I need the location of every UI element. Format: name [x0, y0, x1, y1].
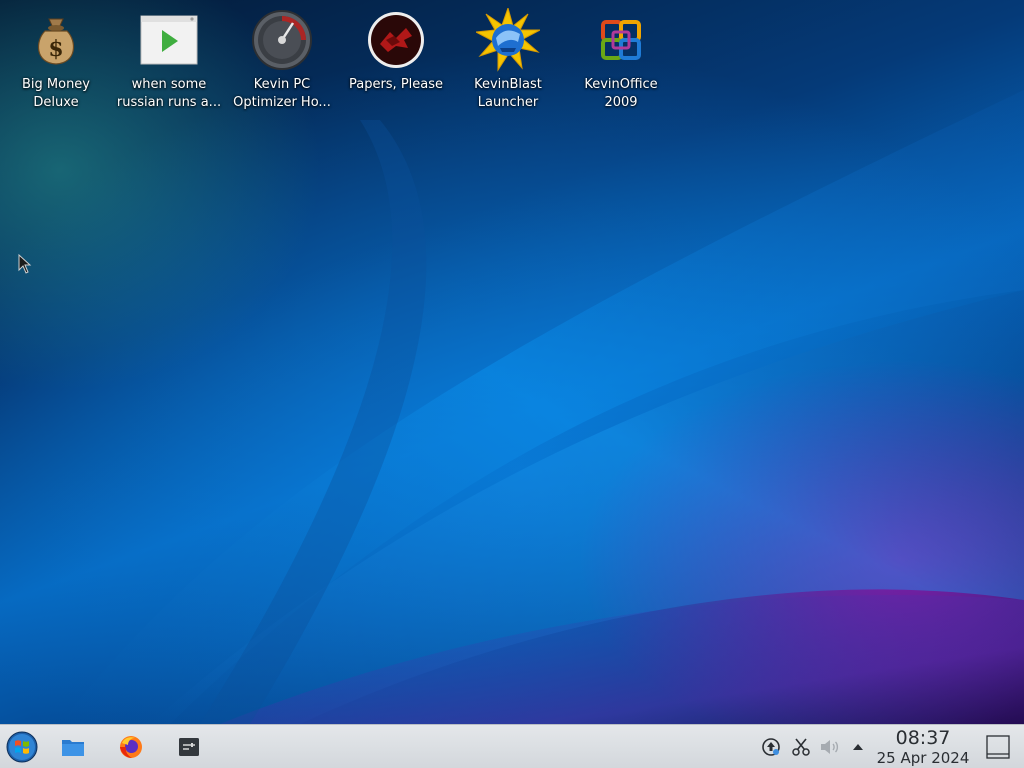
- volume-tray-button[interactable]: [818, 735, 842, 759]
- desktop-icon-label: when some: [131, 77, 207, 92]
- desktop-icon-label: Kevin PC: [253, 77, 311, 92]
- clipboard-tray-button[interactable]: [789, 735, 813, 759]
- updates-tray-button[interactable]: [759, 735, 783, 759]
- video-file-icon: [137, 8, 201, 72]
- money-bag-icon: $: [24, 8, 88, 72]
- globe-starburst-icon: [476, 8, 540, 72]
- desktop-icon-kevinblast-launcher[interactable]: KevinBlast Launcher: [453, 8, 563, 116]
- desktop-icon-kevinoffice-2009[interactable]: KevinOffice 2009: [566, 8, 676, 116]
- speedometer-icon: [250, 8, 314, 72]
- firefox-icon: [120, 736, 142, 758]
- mouse-cursor-icon: [18, 254, 32, 274]
- desktop-icon-label: Launcher: [477, 95, 539, 110]
- digital-clock[interactable]: 08:37 25 Apr 2024: [874, 727, 972, 767]
- file-manager-icon: [62, 740, 84, 756]
- desktop-icon-papers-please[interactable]: Papers, Please: [341, 8, 451, 116]
- desktop-icon-label: KevinBlast: [474, 77, 542, 92]
- desktop-icon-label: Optimizer Ho...: [233, 95, 331, 110]
- desktop-icon-label: Deluxe: [33, 95, 79, 110]
- office-logo-icon: [589, 8, 653, 72]
- desktop-icon-label: russian runs a...: [116, 95, 222, 110]
- show-desktop-icon: [986, 735, 1010, 759]
- papers-please-icon: [364, 8, 428, 72]
- file-manager-launcher[interactable]: [57, 731, 89, 763]
- updates-icon: [762, 738, 780, 756]
- clipboard-scissors-icon: [792, 738, 810, 756]
- desktop-icon-label: 2009: [604, 95, 638, 110]
- desktop-icon-video[interactable]: when some russian runs a...: [114, 8, 224, 116]
- clock-date: 25 Apr 2024: [876, 749, 970, 767]
- desktop[interactable]: $ Big Money Deluxe when some russian run…: [0, 0, 1024, 724]
- firefox-launcher[interactable]: [115, 731, 147, 763]
- svg-text:$: $: [48, 36, 63, 62]
- terminal-icon: [179, 738, 199, 756]
- show-desktop-button[interactable]: [982, 731, 1014, 763]
- terminal-launcher[interactable]: [173, 731, 205, 763]
- volume-icon: [821, 740, 839, 754]
- desktop-icon-big-money-deluxe[interactable]: $ Big Money Deluxe: [1, 8, 111, 116]
- desktop-icon-label: KevinOffice: [584, 77, 658, 92]
- clock-time: 08:37: [895, 727, 951, 749]
- tray-expand-button[interactable]: [846, 735, 870, 759]
- taskbar: 08:37 25 Apr 2024: [0, 724, 1024, 768]
- desktop-icon-label: Big Money: [21, 77, 90, 92]
- start-orb-icon: [6, 731, 38, 763]
- desktop-icon-kevin-pc-optimizer[interactable]: Kevin PC Optimizer Ho...: [227, 8, 337, 116]
- tray-expand-arrow-icon: [853, 744, 863, 750]
- desktop-icon-label: Papers, Please: [348, 77, 444, 92]
- start-button[interactable]: [5, 730, 39, 764]
